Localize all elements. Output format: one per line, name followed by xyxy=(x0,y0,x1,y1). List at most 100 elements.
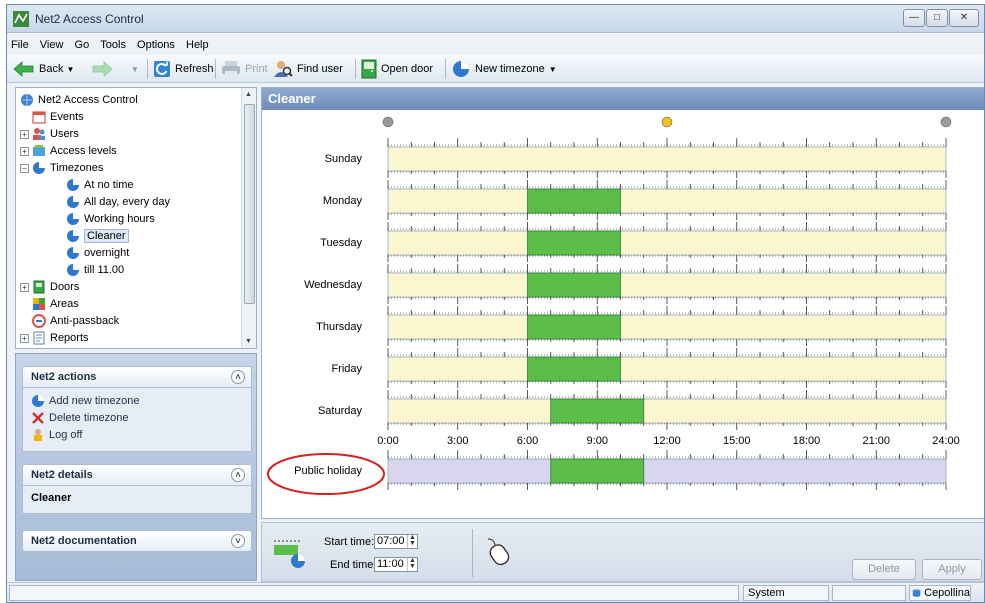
spinner-arrows-icon[interactable]: ▲ ▼ xyxy=(407,557,417,571)
back-button[interactable]: Back ▼ xyxy=(13,59,74,79)
spinner-arrows-icon[interactable]: ▲ ▼ xyxy=(407,534,417,548)
scroll-thumb[interactable] xyxy=(244,104,255,304)
inactive-bar[interactable] xyxy=(387,188,947,214)
tree-item-timezone[interactable]: All day, every day xyxy=(66,194,170,210)
inactive-bar[interactable] xyxy=(387,314,947,340)
documentation-title: Net2 documentation xyxy=(31,535,137,547)
forward-button[interactable]: ▼ xyxy=(91,59,139,79)
scroll-up-icon[interactable]: ▲ xyxy=(245,91,252,98)
expand-access-levels[interactable]: + xyxy=(20,147,29,156)
users-icon xyxy=(33,128,45,140)
expand-doors[interactable]: + xyxy=(20,283,29,292)
chevron-down-icon: ▼ xyxy=(548,64,557,74)
tree-item-timezone-selected[interactable]: Cleaner xyxy=(66,228,129,244)
status-bar: System engineer Cepollina xyxy=(7,582,984,602)
close-button[interactable]: ✕ xyxy=(949,9,979,27)
timezone-icon xyxy=(67,179,79,191)
main-window: Net2 Access Control — □ ✕ File View Go T… xyxy=(6,4,985,603)
inactive-bar[interactable] xyxy=(387,230,947,256)
active-period[interactable] xyxy=(527,356,621,382)
expand-icon[interactable]: ˅ xyxy=(231,534,245,548)
day-label: Friday xyxy=(331,363,362,375)
chevron-down-icon: ▼ xyxy=(131,64,139,74)
expand-reports[interactable]: + xyxy=(20,334,29,343)
active-period[interactable] xyxy=(550,398,645,424)
inactive-bar[interactable] xyxy=(387,356,947,382)
active-period[interactable] xyxy=(550,458,645,484)
menu-file[interactable]: File xyxy=(7,37,33,53)
apply-button[interactable]: Apply xyxy=(922,559,982,580)
tree-item-label: Reports xyxy=(50,332,89,344)
menu-view[interactable]: View xyxy=(36,37,68,53)
log-off-link[interactable]: Log off xyxy=(31,428,82,442)
details-header[interactable]: Net2 details ˄ xyxy=(22,464,252,486)
tree-item-anti-passback[interactable]: Anti-passback xyxy=(32,313,119,329)
print-label: Print xyxy=(245,63,268,75)
new-timezone-label: New timezone xyxy=(475,63,545,75)
time-axis-label: 6:00 xyxy=(517,435,538,447)
active-period[interactable] xyxy=(527,230,621,256)
scroll-down-icon[interactable]: ▼ xyxy=(245,338,252,345)
status-empty xyxy=(832,585,906,601)
start-time-input[interactable]: 07:00 ▲ ▼ xyxy=(374,534,418,549)
network-icon xyxy=(21,94,33,106)
timezone-icon xyxy=(453,61,469,77)
tree-root[interactable]: Net2 Access Control xyxy=(20,92,138,108)
start-time-value: 07:00 xyxy=(377,535,405,547)
tree-item-timezones[interactable]: Timezones xyxy=(32,160,103,176)
end-time-input[interactable]: 11:00 ▲ ▼ xyxy=(374,557,418,572)
maximize-button[interactable]: □ xyxy=(926,9,948,27)
new-timezone-button[interactable]: New timezone ▼ xyxy=(451,59,557,79)
delete-timezone-link[interactable]: Delete timezone xyxy=(31,411,129,425)
delete-button[interactable]: Delete xyxy=(852,559,916,580)
tree-item-timezone[interactable]: At no time xyxy=(66,177,134,193)
tree-item-doors[interactable]: Doors xyxy=(32,279,79,295)
panel-separator xyxy=(472,529,473,577)
minimize-button[interactable]: — xyxy=(903,9,925,27)
actions-header[interactable]: Net2 actions ˄ xyxy=(22,366,252,388)
collapse-icon[interactable]: ˄ xyxy=(231,468,245,482)
tree-item-timezone[interactable]: till 11.00 xyxy=(66,262,124,278)
active-period[interactable] xyxy=(527,314,621,340)
tree-item-timezone[interactable]: overnight xyxy=(66,245,129,261)
inactive-bar[interactable] xyxy=(387,398,947,424)
active-period[interactable] xyxy=(527,272,621,298)
print-button[interactable]: Print xyxy=(221,59,268,79)
status-site: Cepollina xyxy=(909,585,971,601)
tree-item-access-levels[interactable]: Access levels xyxy=(32,143,117,159)
time-axis-label: 15:00 xyxy=(723,435,751,447)
tree-item-timezone[interactable]: Working hours xyxy=(66,211,155,227)
active-period[interactable] xyxy=(527,188,621,214)
add-new-timezone-link[interactable]: Add new timezone xyxy=(31,394,140,408)
collapse-timezones[interactable]: – xyxy=(20,164,29,173)
refresh-icon xyxy=(154,61,170,77)
tree-item-events[interactable]: Events xyxy=(32,109,84,125)
menu-tools[interactable]: Tools xyxy=(96,37,130,53)
forward-arrow-icon xyxy=(92,61,113,77)
day-label: Monday xyxy=(323,195,363,207)
open-door-button[interactable]: Open door xyxy=(361,59,433,79)
refresh-button[interactable]: Refresh xyxy=(153,59,214,79)
printer-icon xyxy=(222,61,240,77)
day-label: Thursday xyxy=(316,321,362,333)
inactive-bar[interactable] xyxy=(387,272,947,298)
expand-users[interactable]: + xyxy=(20,130,29,139)
tree-scrollbar[interactable]: ▲ ▼ xyxy=(241,88,256,348)
collapse-icon[interactable]: ˄ xyxy=(231,370,245,384)
menu-help[interactable]: Help xyxy=(182,37,213,53)
database-icon xyxy=(912,589,921,597)
toolbar: Back ▼ ▼ Refresh Print Find user Open do… xyxy=(7,55,984,83)
inactive-bar[interactable] xyxy=(387,146,947,172)
mouse-icon xyxy=(487,538,510,566)
action-label: Delete timezone xyxy=(49,412,129,424)
menu-go[interactable]: Go xyxy=(71,37,94,53)
back-arrow-icon xyxy=(13,61,34,77)
documentation-header[interactable]: Net2 documentation ˅ xyxy=(22,530,252,552)
inactive-bar[interactable] xyxy=(387,458,947,484)
tree-item-reports[interactable]: Reports xyxy=(32,330,89,346)
find-user-button[interactable]: Find user xyxy=(273,59,343,79)
app-icon xyxy=(13,11,29,27)
menu-options[interactable]: Options xyxy=(133,37,179,53)
tree-item-areas[interactable]: Areas xyxy=(32,296,79,312)
tree-item-users[interactable]: Users xyxy=(32,126,79,142)
